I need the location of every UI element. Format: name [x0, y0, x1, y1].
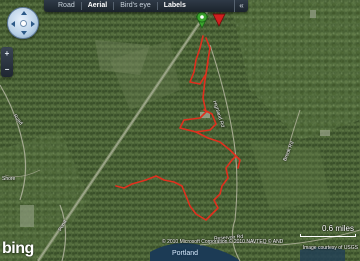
collapse-toolbar-icon[interactable]: «: [234, 0, 248, 12]
pan-left-icon[interactable]: [11, 21, 15, 27]
compass-icon[interactable]: [7, 7, 39, 39]
scale-label: 0.6 miles: [321, 224, 354, 233]
recenter-icon[interactable]: [20, 20, 27, 27]
copyright-notice: © 2010 Microsoft Corporation © 2010 NAVT…: [162, 239, 358, 251]
map-style-toolbar: Road Aerial Bird's eye Labels «: [44, 0, 248, 12]
road-view-button[interactable]: Road: [52, 0, 81, 12]
pan-up-icon[interactable]: [21, 11, 27, 15]
copyright-line-2: Image courtesy of USGS: [302, 245, 358, 251]
zoom-control: + −: [1, 47, 13, 77]
zoom-in-button[interactable]: +: [2, 49, 12, 59]
labels-toggle-button[interactable]: Labels: [158, 0, 192, 12]
map-canvas[interactable]: Road Shore Pond Highland Rd Brook Rd Res…: [0, 0, 360, 261]
bing-logo: bing: [2, 240, 34, 258]
aerial-view-button[interactable]: Aerial: [82, 0, 113, 12]
copyright-line-1: © 2010 Microsoft Corporation © 2010 NAVT…: [162, 239, 284, 245]
logo-text: bing: [2, 240, 34, 257]
zoom-out-button[interactable]: −: [2, 65, 12, 75]
pan-right-icon[interactable]: [31, 21, 35, 27]
scale-bar: 0.6 miles: [300, 224, 356, 238]
pan-down-icon[interactable]: [21, 31, 27, 35]
route-line: [115, 35, 241, 221]
birdseye-view-button[interactable]: Bird's eye: [114, 0, 157, 12]
scale-bar-line: [300, 234, 356, 237]
gps-track: [115, 35, 241, 221]
